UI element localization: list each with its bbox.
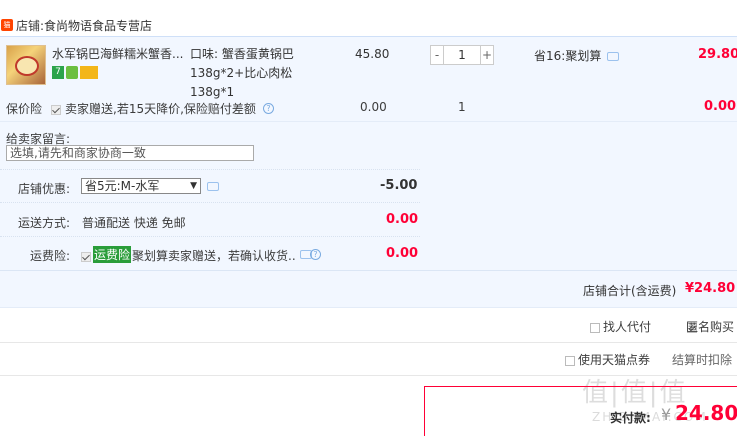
promotion-info: 省16:聚划算 [534, 47, 620, 64]
freight-insurance-amount: 0.00 [386, 246, 419, 261]
shop-name-link[interactable]: 食尚物语食品专营店 [44, 17, 152, 34]
invoice-icon[interactable] [80, 66, 98, 79]
tmall-points-checkbox[interactable] [565, 355, 575, 366]
product-sku: 口味: 蟹香蛋黄锅巴 138g*2+比心肉松138g*1 [190, 45, 330, 102]
freight-insurance-checkbox[interactable] [81, 251, 91, 262]
insurance-desc: 卖家赠送,若15天降价,保险赔付差额 [65, 102, 256, 116]
price-insurance-row: 保价险 卖家赠送,若15天降价,保险赔付差额 ? 0.00 1 0.00 [0, 96, 737, 118]
sku-label: 口味: [190, 47, 219, 61]
payment-summary: 实付款: ¥ 24.80 [424, 386, 737, 436]
service-badges: 7 [52, 66, 98, 79]
coupon-amount: -5.00 [380, 178, 418, 193]
promotion-text: 省16:聚划算 [534, 49, 602, 63]
coupon-select[interactable]: 省5元:M-水军 ▼ [81, 178, 201, 194]
quantity-stepper: - 1 + [430, 45, 494, 65]
increase-button[interactable]: + [480, 45, 494, 65]
divider [0, 169, 420, 170]
shop-total-amount: ¥24.80 [685, 281, 736, 296]
freight-insurance-label: 运费险: [30, 249, 71, 263]
payment-currency: ¥ [661, 405, 672, 424]
anonymous-label[interactable]: 匿名购买 [686, 318, 734, 335]
shop-total-row: 店铺合计(含运费) ¥24.80 [0, 270, 737, 308]
proxy-pay-label[interactable]: 找人代付 [603, 318, 651, 335]
tmall-points-label[interactable]: 使用天猫点券 [578, 351, 650, 368]
coupon-tip-icon[interactable] [207, 182, 219, 191]
seven-day-return-icon[interactable]: 7 [52, 66, 64, 79]
shop-prefix: 店铺: [16, 18, 45, 33]
insurance-checkbox[interactable] [51, 104, 61, 115]
seller-message-input[interactable]: 选填,请先和商家协商一致 [6, 145, 254, 161]
insurance-price: 0.00 [360, 100, 387, 114]
help-icon[interactable]: ? [310, 249, 321, 260]
payment-label: 实付款: [610, 411, 651, 425]
coupon-selected: 省5元:M-水军 [85, 179, 160, 193]
payment-amount: 24.80 [675, 401, 737, 425]
settle-note: 结算时扣除 [672, 353, 733, 367]
promotion-tip-icon[interactable] [607, 52, 620, 61]
tmall-shop-icon: 猫 [1, 19, 13, 31]
item-subtotal: 29.80 [698, 47, 737, 62]
shop-header: 猫 店铺: 食尚物语食品专营店 [0, 14, 737, 36]
divider [0, 202, 420, 203]
unit-price: 45.80 [355, 47, 390, 61]
help-icon[interactable]: ? [263, 103, 274, 114]
insurance-label: 保价险 [6, 102, 43, 116]
insurance-qty: 1 [458, 100, 466, 114]
shop-total-label: 店铺合计(含运费) [583, 284, 677, 298]
proxy-pay-checkbox[interactable] [590, 322, 600, 333]
freight-insurance-desc: 聚划算卖家赠送，若确认收货.. [132, 249, 296, 263]
guarantee-icon[interactable] [66, 66, 78, 79]
product-title-link[interactable]: 水军锅巴海鲜糯米蟹香... [52, 45, 184, 62]
decrease-button[interactable]: - [430, 45, 444, 65]
divider [0, 236, 420, 237]
product-thumbnail[interactable] [6, 45, 46, 85]
insurance-amount: 0.00 [704, 99, 737, 114]
shipping-amount: 0.00 [386, 212, 419, 227]
quantity-input[interactable]: 1 [444, 45, 480, 65]
shipping-label: 运送方式: [18, 216, 71, 230]
pay-options-row: 找人代付 匿名购买 [0, 308, 737, 343]
coupon-label: 店铺优惠: [18, 182, 71, 196]
shipping-method: 普通配送 快递 免邮 [82, 216, 186, 230]
chevron-down-icon: ▼ [190, 181, 197, 191]
freight-insurance-tag: 运费险 [93, 246, 132, 263]
